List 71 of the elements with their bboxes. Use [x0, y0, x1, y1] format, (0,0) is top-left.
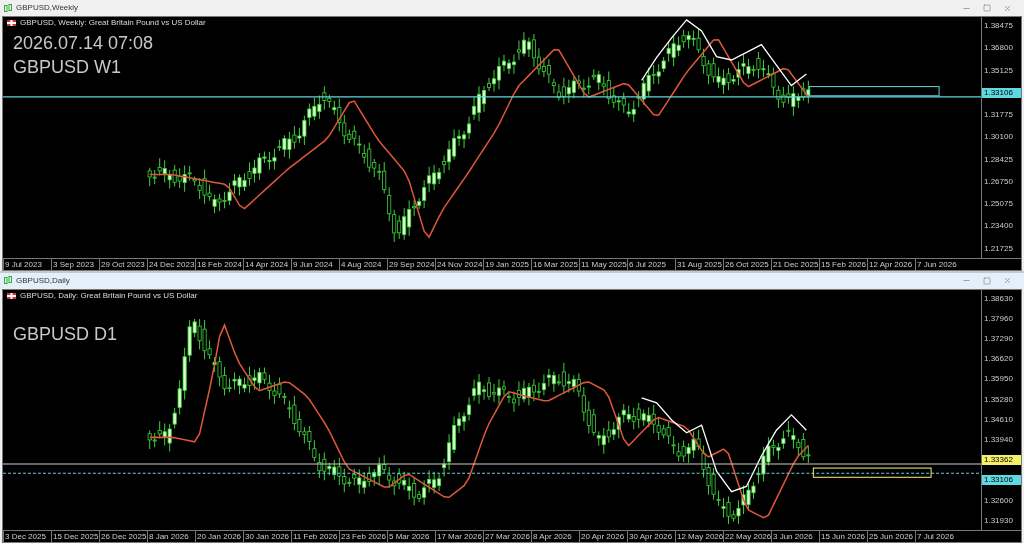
price-tick: 1.35280 [983, 394, 1014, 405]
chart-header: GBPUSD, Weekly: Great Britain Pound vs US Dollar [20, 18, 206, 28]
time-label: 5 Mar 2026 [387, 531, 435, 542]
time-label: 3 Jun 2026 [771, 531, 819, 542]
time-label: 20 Apr 2026 [579, 531, 627, 542]
window-title: GBPUSD,Weekly [16, 2, 79, 14]
time-label: 3 Dec 2025 [3, 531, 51, 542]
time-label: 6 Jul 2025 [627, 258, 675, 270]
price-tick: 1.33940 [983, 435, 1014, 446]
time-label: 20 Jan 2026 [195, 531, 243, 542]
time-label: 30 Jan 2026 [243, 531, 291, 542]
time-label: 17 Mar 2026 [435, 531, 483, 542]
time-label: 11 Feb 2026 [291, 531, 339, 542]
time-label: 9 Jul 2023 [3, 258, 51, 270]
window-title: GBPUSD,Daily [16, 274, 70, 287]
price-tick: 1.38475 [983, 21, 1014, 31]
time-label: 31 Aug 2025 [675, 258, 723, 270]
time-label: 16 Mar 2025 [531, 258, 579, 270]
price-tick: 1.38630 [983, 293, 1014, 304]
time-label: 12 May 2026 [675, 531, 723, 542]
window-title-bar[interactable]: GBPUSD,Daily [0, 272, 1024, 289]
price-tick: 1.31930 [983, 515, 1014, 526]
price-tick: 1.35125 [983, 65, 1014, 76]
time-label: 4 Aug 2024 [339, 258, 387, 270]
chart-label: 2026.07.14 07:08 [13, 32, 154, 55]
time-label: 29 Oct 2023 [99, 258, 147, 270]
time-label: 22 May 2026 [723, 531, 771, 542]
price-tick: 1.31775 [983, 110, 1014, 120]
time-label: 11 May 2025 [579, 258, 627, 270]
price-tick: 1.36800 [983, 43, 1014, 54]
time-label: 23 Feb 2026 [339, 531, 387, 542]
time-label: 8 Jan 2026 [147, 531, 195, 542]
price-tick: 1.32600 [983, 495, 1014, 506]
chart-label: GBPUSD D1 [13, 322, 118, 346]
time-label: 15 Dec 2025 [51, 531, 99, 542]
time-label: 24 Dec 2023 [147, 258, 195, 270]
price-tag: 1.33362 [982, 455, 1021, 466]
time-label: 7 Jul 2026 [915, 531, 963, 542]
time-label: 15 Feb 2026 [819, 258, 867, 270]
price-tick: 1.26750 [983, 176, 1014, 187]
price-tick: 1.21725 [983, 243, 1014, 254]
time-label: 29 Sep 2024 [387, 258, 435, 270]
time-label: 12 Apr 2026 [867, 258, 915, 270]
price-tick: 1.25075 [983, 199, 1014, 209]
price-tick: 1.35950 [983, 374, 1014, 385]
price-tick: 1.37290 [983, 333, 1014, 344]
price-tick: 1.36620 [983, 354, 1014, 365]
chart-label: GBPUSD W1 [13, 56, 123, 79]
time-label: 26 Dec 2025 [99, 531, 147, 542]
time-label: 27 Mar 2026 [483, 531, 531, 542]
time-label: 18 Feb 2024 [195, 258, 243, 270]
price-tick: 1.30100 [983, 132, 1014, 143]
time-label: 3 Sep 2023 [51, 258, 99, 270]
chart-header: GBPUSD, Daily: Great Britain Pound vs US Dollar [20, 290, 198, 301]
time-label: 24 Nov 2024 [435, 258, 483, 270]
price-tick: 1.34610 [983, 414, 1014, 425]
time-label: 15 Jun 2026 [819, 531, 867, 542]
price-tick: 1.37960 [983, 313, 1014, 324]
price-tag: 1.33106 [982, 475, 1021, 486]
time-label: 9 Jun 2024 [291, 258, 339, 270]
price-tag: 1.33106 [982, 87, 1021, 98]
price-tick: 1.23400 [983, 221, 1014, 232]
time-label: 7 Jun 2026 [915, 258, 963, 270]
price-tick: 1.28425 [983, 154, 1014, 165]
time-label: 19 Jan 2025 [483, 258, 531, 270]
time-label: 14 Apr 2024 [243, 258, 291, 270]
time-label: 8 Apr 2026 [531, 531, 579, 542]
time-label: 26 Oct 2025 [723, 258, 771, 270]
time-label: 21 Dec 2025 [771, 258, 819, 270]
time-label: 25 Jun 2026 [867, 531, 915, 542]
time-label: 30 Apr 2026 [627, 531, 675, 542]
